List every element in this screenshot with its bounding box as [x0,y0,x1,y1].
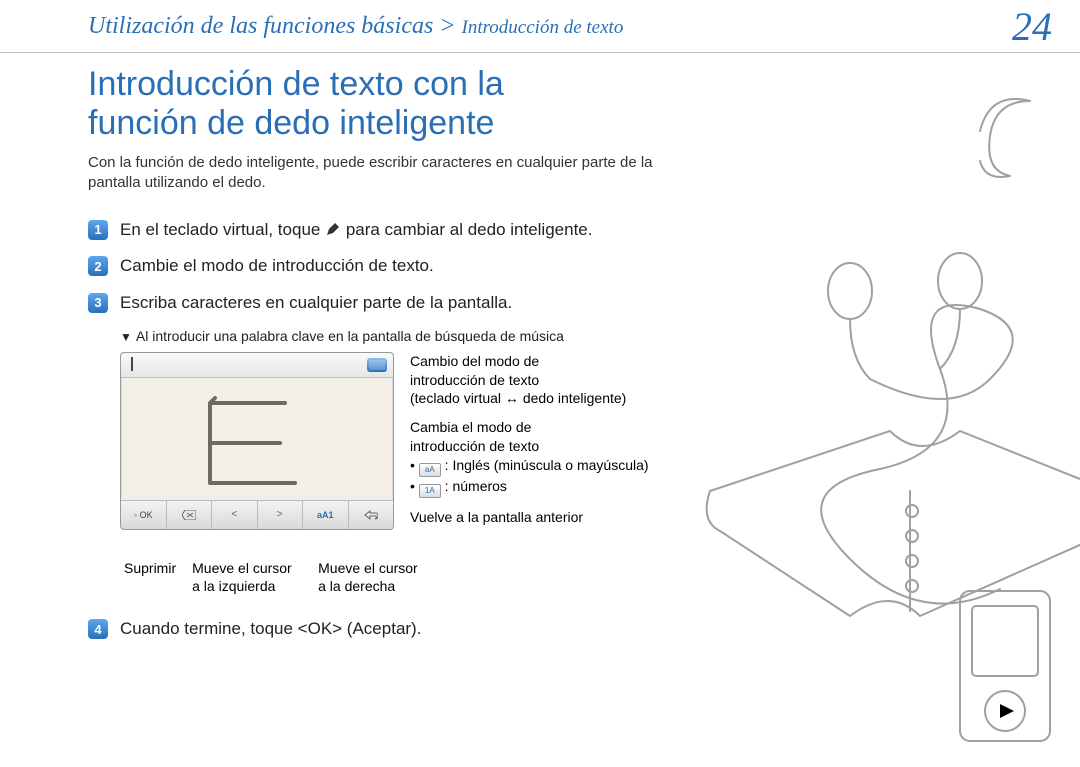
callout-mode-toggle: Cambio del modo de introducción de texto… [410,352,649,409]
title-line-1: Introducción de texto con la [88,65,504,103]
step-1-text-a: En el teclado virtual, toque [120,220,325,239]
intro-text: Con la función de dedo inteligente, pued… [88,153,658,194]
breadcrumb-sub: Introducción de texto [462,17,624,38]
step-number-badge: 2 [88,256,108,276]
step-number-badge: 3 [88,293,108,313]
breadcrumb-main: Utilización de las funciones básicas [88,13,433,39]
callout-text: introducción de texto [410,437,649,456]
virtual-keyboard-screen: ◦ OK < > aA1 [120,352,394,530]
step-2: 2 Cambie el modo de introducción de text… [88,254,658,279]
callout-bullet: • 1A : números [410,477,649,498]
handwritten-e-icon [165,393,325,493]
step-3: 3 Escriba caracteres en cualquier parte … [88,291,658,316]
ok-button: ◦ OK [121,501,167,529]
callout-text: Vuelve a la pantalla anterior [410,508,649,527]
step-1-text-b: para cambiar al dedo inteligente. [346,220,593,239]
input-mode-button: aA1 [303,501,349,529]
cursor-left-button: < [212,501,258,529]
mode-numbers-icon: 1A [419,484,441,498]
down-triangle-icon: ▼ [120,330,132,344]
pencil-icon [325,221,341,237]
breadcrumb-sep: > [433,13,461,39]
delete-button [167,501,213,529]
step-text: En el teclado virtual, toque para cambia… [120,218,592,243]
page-number: 24 [1012,3,1052,50]
sub-note-text: Al introducir una palabra clave en la pa… [136,328,564,344]
vs-text-field [121,353,393,378]
step-text: Cambie el modo de introducción de texto. [120,254,434,279]
step-text: Escriba caracteres en cualquier parte de… [120,291,512,316]
title-line-2: función de dedo inteligente [88,104,494,142]
decorative-illustration [660,60,1080,762]
page-header: Utilización de las funciones básicas > I… [0,0,1080,53]
steps-list: 1 En el teclado virtual, toque para camb… [88,218,658,316]
sub-note: ▼ Al introducir una palabra clave en la p… [120,328,658,344]
callout-cursor-right: Mueve el cursor a la derecha [318,559,428,595]
mode-english-icon: aA [419,463,441,477]
step-number-badge: 4 [88,619,108,639]
callouts-below: Suprimir Mueve el cursor a la izquierda … [124,559,658,595]
callout-text: (teclado virtual ↔ dedo inteligente) [410,389,649,408]
diagram-area: ◦ OK < > aA1 Cambio del modo de introduc… [120,352,658,537]
text-cursor-icon [131,357,133,371]
callout-text: introducción de texto [410,371,649,390]
callout-input-mode: Cambia el modo de introducción de texto … [410,418,649,498]
callouts-right: Cambio del modo de introducción de texto… [394,352,649,537]
step-4: 4 Cuando termine, toque <OK> (Aceptar). [88,617,658,642]
steps-list-cont: 4 Cuando termine, toque <OK> (Aceptar). [88,617,658,642]
callout-text: : números [441,478,507,494]
callout-back: Vuelve a la pantalla anterior [410,508,649,527]
cursor-right-button: > [258,501,304,529]
step-1: 1 En el teclado virtual, toque para camb… [88,218,658,243]
step-text: Cuando termine, toque <OK> (Aceptar). [120,617,421,642]
callout-delete: Suprimir [124,559,176,595]
callout-text: Cambia el modo de [410,418,649,437]
callout-bullet: • aA : Inglés (minúscula o mayúscula) [410,456,649,477]
back-button [349,501,394,529]
page-title: Introducción de texto con la función de … [88,65,658,143]
vs-toolbar: ◦ OK < > aA1 [121,500,393,529]
callout-text: : Inglés (minúscula o mayúscula) [441,457,649,473]
main-content: Introducción de texto con la función de … [0,53,658,642]
callout-cursor-left: Mueve el cursor a la izquierda [192,559,302,595]
step-number-badge: 1 [88,220,108,240]
mode-toggle-button [367,358,387,372]
callout-text: Cambio del modo de [410,352,649,371]
breadcrumb: Utilización de las funciones básicas > I… [88,13,623,40]
